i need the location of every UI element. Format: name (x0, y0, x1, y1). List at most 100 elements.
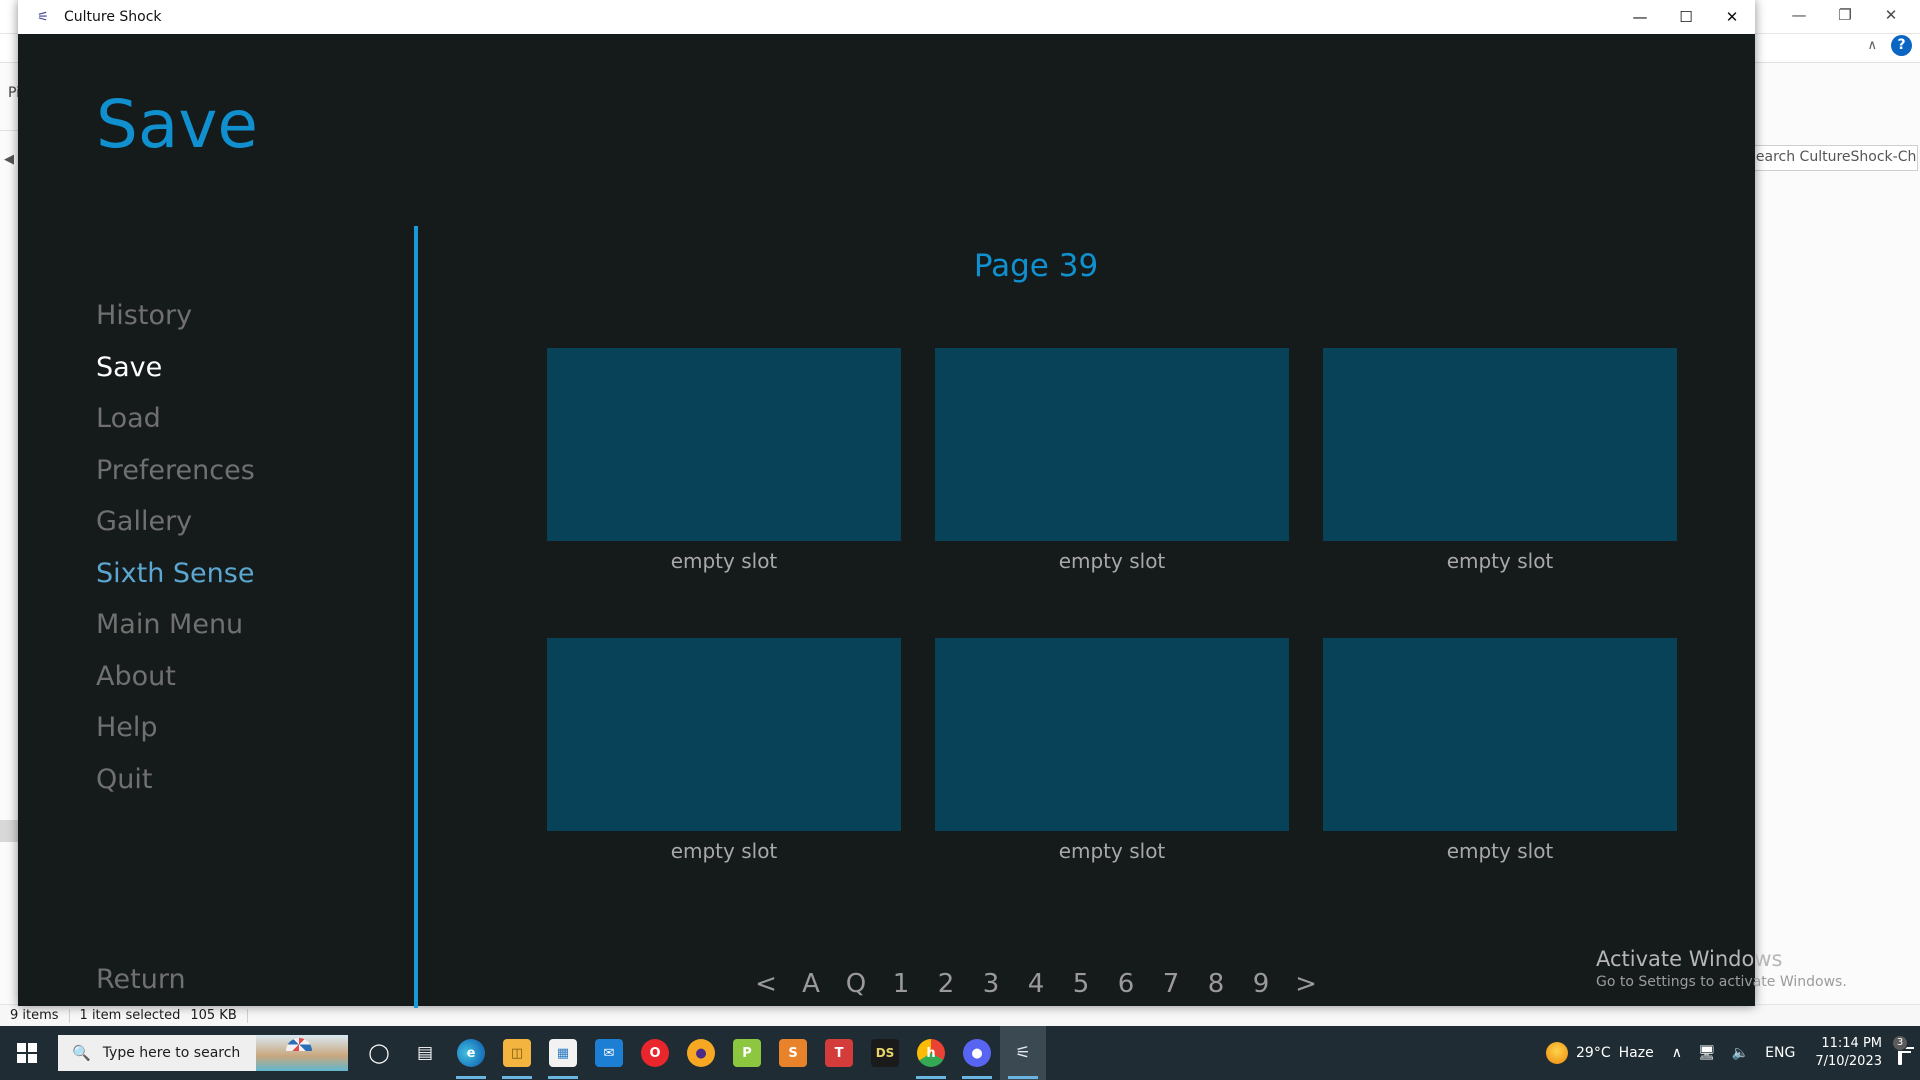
search-icon: 🔍 (72, 1044, 91, 1062)
pager-page-4[interactable]: 4 (1014, 969, 1059, 999)
start-button[interactable] (0, 1026, 54, 1080)
window-title: Culture Shock (64, 9, 162, 25)
excel-icon[interactable]: S (770, 1026, 816, 1080)
save-slot-thumbnail[interactable] (1323, 348, 1677, 541)
nav-item-help[interactable]: Help (96, 714, 255, 741)
save-slot[interactable]: empty slot (935, 638, 1289, 928)
word-icon[interactable]: T (816, 1026, 862, 1080)
save-slot-label: empty slot (670, 839, 778, 863)
pager-page-9[interactable]: 9 (1239, 969, 1284, 999)
save-slot-thumbnail[interactable] (547, 638, 901, 831)
language-indicator[interactable]: ENG (1757, 1045, 1803, 1061)
renpy-icon[interactable]: ⚟ (1000, 1026, 1046, 1080)
explorer-window-controls[interactable]: — ❐ ✕ (1776, 0, 1914, 30)
save-slot-label: empty slot (670, 549, 778, 573)
save-slot-thumbnail[interactable] (935, 638, 1289, 831)
return-button[interactable]: Return (96, 964, 186, 995)
nav-item-save[interactable]: Save (96, 354, 255, 381)
game-screen: Save History Save Load Preferences Galle… (18, 34, 1755, 1008)
weather-temperature: 29°C (1576, 1045, 1611, 1061)
vertical-divider (414, 226, 418, 1008)
game-window-controls[interactable]: — ☐ ✕ (1617, 0, 1755, 34)
back-arrow-icon[interactable]: ◀ (4, 152, 14, 167)
save-slot-grid: empty slot empty slot empty slot empty s… (547, 348, 1677, 928)
clock-time: 11:14 PM (1821, 1036, 1882, 1052)
page-title: Page 39 (973, 248, 1099, 284)
explorer-status-bar: 9 items 1 item selected 105 KB (0, 1004, 1920, 1026)
explorer-restore-button[interactable]: ❐ (1822, 0, 1868, 30)
save-slot-thumbnail[interactable] (1323, 638, 1677, 831)
save-slot[interactable]: empty slot (547, 638, 901, 928)
save-slot[interactable]: empty slot (1323, 638, 1677, 928)
nav-item-preferences[interactable]: Preferences (96, 457, 255, 484)
opera-icon[interactable]: O (632, 1026, 678, 1080)
pager-next[interactable]: > (1284, 969, 1329, 999)
nav-item-sixth-sense[interactable]: Sixth Sense (96, 560, 255, 587)
pager-page-6[interactable]: 6 (1104, 969, 1149, 999)
pager-page-7[interactable]: 7 (1149, 969, 1194, 999)
discord-icon[interactable]: ● (954, 1026, 1000, 1080)
pager-page-2[interactable]: 2 (924, 969, 969, 999)
game-navigation-menu[interactable]: History Save Load Preferences Gallery Si… (96, 302, 255, 817)
taskbar-pinned-icons[interactable]: ◯ ▤ e ◫ ▦ ✉ O ● P S T DS h ● ⚟ (356, 1026, 1046, 1080)
cortana-icon[interactable]: ◯ (356, 1026, 402, 1080)
clock-date: 7/10/2023 (1815, 1054, 1882, 1069)
explorer-close-button[interactable]: ✕ (1868, 0, 1914, 30)
nav-item-gallery[interactable]: Gallery (96, 508, 255, 535)
pager-page-8[interactable]: 8 (1194, 969, 1239, 999)
page-navigation[interactable]: < A Q 1 2 3 4 5 6 7 8 9 > (744, 969, 1329, 999)
chevron-up-icon[interactable]: ∧ (1867, 38, 1877, 53)
save-slot-label: empty slot (1446, 839, 1554, 863)
nav-item-quit[interactable]: Quit (96, 766, 255, 793)
clock[interactable]: 11:14 PM 7/10/2023 (1803, 1035, 1894, 1070)
volume-icon[interactable]: 🔈 (1724, 1045, 1757, 1061)
pager-page-1[interactable]: 1 (879, 969, 924, 999)
pager-page-5[interactable]: 5 (1059, 969, 1104, 999)
nav-item-load[interactable]: Load (96, 405, 255, 432)
save-slot-thumbnail[interactable] (935, 348, 1289, 541)
save-slot[interactable]: empty slot (1323, 348, 1677, 638)
status-item-count: 9 items (10, 1008, 59, 1023)
notifications-icon[interactable]: 3 (1892, 1034, 1914, 1065)
weather-widget[interactable]: 29°C Haze (1536, 1042, 1664, 1064)
game-title-bar[interactable]: ⚟ Culture Shock — ☐ ✕ (18, 0, 1755, 34)
file-explorer-icon[interactable]: ◫ (494, 1026, 540, 1080)
culture-shock-game-window: ⚟ Culture Shock — ☐ ✕ Save History Save … (18, 0, 1755, 1008)
nav-item-history[interactable]: History (96, 302, 255, 329)
status-selection: 1 item selected (79, 1008, 181, 1023)
microsoft-store-icon[interactable]: ▦ (540, 1026, 586, 1080)
explorer-minimize-button[interactable]: — (1776, 0, 1822, 30)
nav-item-about[interactable]: About (96, 663, 255, 690)
powerpoint-icon[interactable]: P (724, 1026, 770, 1080)
taskbar-search-box[interactable]: 🔍 Type here to search (58, 1035, 348, 1071)
renpy-app-icon: ⚟ (37, 9, 49, 25)
google-chrome-icon[interactable]: h (908, 1026, 954, 1080)
game-maximize-button[interactable]: ☐ (1663, 0, 1709, 34)
chevron-up-icon[interactable]: ∧ (1664, 1045, 1690, 1061)
save-slot-thumbnail[interactable] (547, 348, 901, 541)
save-slot[interactable]: empty slot (547, 348, 901, 638)
task-view-icon[interactable]: ▤ (402, 1026, 448, 1080)
save-slot-label: empty slot (1058, 839, 1166, 863)
help-icon[interactable]: ? (1891, 34, 1912, 56)
save-slot[interactable]: empty slot (935, 348, 1289, 638)
screen-heading: Save (96, 86, 259, 163)
nav-item-main-menu[interactable]: Main Menu (96, 611, 255, 638)
avast-icon[interactable]: ● (678, 1026, 724, 1080)
network-icon[interactable]: 🖥 (1690, 1045, 1724, 1061)
notification-count-badge: 3 (1892, 1034, 1908, 1051)
game-close-button[interactable]: ✕ (1709, 0, 1755, 34)
pager-previous[interactable]: < (744, 969, 789, 999)
microsoft-edge-icon[interactable]: e (448, 1026, 494, 1080)
windows-taskbar: 🔍 Type here to search ◯ ▤ e ◫ ▦ ✉ O ● P … (0, 1026, 1920, 1080)
status-size: 105 KB (190, 1008, 237, 1023)
pager-auto[interactable]: A (789, 969, 834, 999)
mail-icon[interactable]: ✉ (586, 1026, 632, 1080)
system-tray[interactable]: 29°C Haze ∧ 🖥 🔈 ENG 11:14 PM 7/10/2023 3 (1536, 1026, 1920, 1080)
pager-page-3[interactable]: 3 (969, 969, 1014, 999)
game-minimize-button[interactable]: — (1617, 0, 1663, 34)
ds-app-icon[interactable]: DS (862, 1026, 908, 1080)
pager-quick[interactable]: Q (834, 969, 879, 999)
weather-condition: Haze (1618, 1045, 1654, 1061)
explorer-search-input[interactable]: Search CultureShock-Chapt... (1740, 145, 1918, 171)
